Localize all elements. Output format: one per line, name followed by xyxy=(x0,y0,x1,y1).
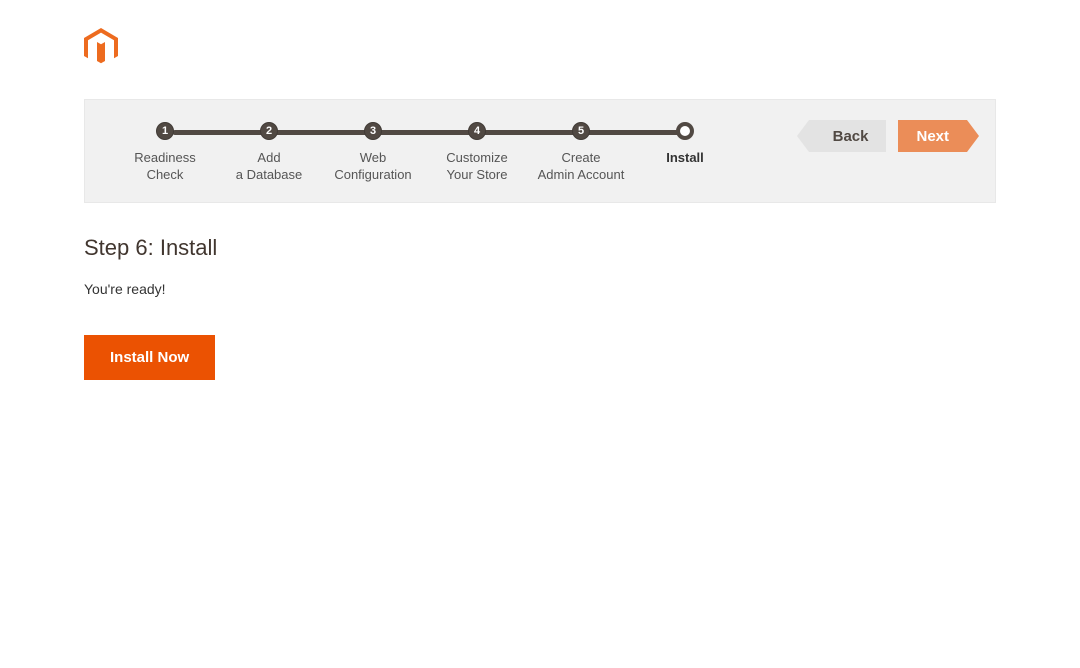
step-label: Readiness Check xyxy=(134,150,195,184)
install-now-button[interactable]: Install Now xyxy=(84,335,215,380)
step-number-badge: 4 xyxy=(468,122,486,140)
wizard-progress-bar: 1 Readiness Check 2 Add a Database 3 Web… xyxy=(84,99,996,203)
back-button[interactable]: Back xyxy=(809,120,887,152)
step-number-badge: 1 xyxy=(156,122,174,140)
step-label: Customize Your Store xyxy=(446,150,507,184)
step-progress-line xyxy=(173,130,693,135)
nav-buttons: Back Next xyxy=(809,120,967,152)
step-label: Install xyxy=(666,150,704,167)
step-current-indicator xyxy=(676,122,694,140)
main-content: Step 6: Install You're ready! Install No… xyxy=(84,203,996,380)
steps-container: 1 Readiness Check 2 Add a Database 3 Web… xyxy=(113,122,809,184)
magento-logo xyxy=(84,28,996,71)
page-title: Step 6: Install xyxy=(84,235,996,261)
step-install[interactable]: Install xyxy=(633,122,737,167)
step-label: Add a Database xyxy=(236,150,303,184)
ready-message: You're ready! xyxy=(84,281,996,297)
step-number-badge: 2 xyxy=(260,122,278,140)
step-label: Create Admin Account xyxy=(538,150,625,184)
step-number-badge: 3 xyxy=(364,122,382,140)
next-button[interactable]: Next xyxy=(898,120,967,152)
step-number-badge: 5 xyxy=(572,122,590,140)
step-label: Web Configuration xyxy=(334,150,411,184)
